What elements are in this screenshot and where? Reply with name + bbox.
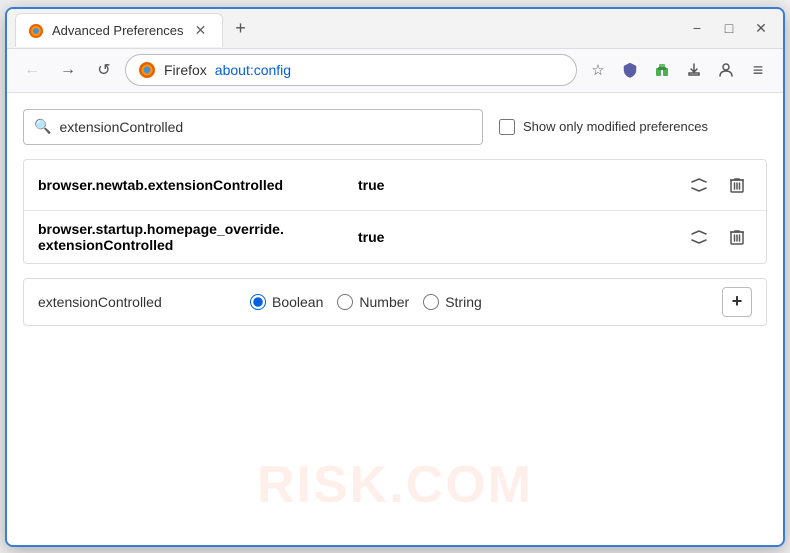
row-2-toggle-button[interactable] [684, 222, 714, 252]
new-tab-button[interactable]: + [227, 14, 255, 42]
show-modified-text: Show only modified preferences [523, 119, 708, 134]
string-option[interactable]: String [423, 294, 482, 310]
boolean-radio[interactable] [250, 294, 266, 310]
download-button[interactable] [679, 55, 709, 85]
string-label: String [445, 294, 482, 310]
row-1-toggle-button[interactable] [684, 170, 714, 200]
row-2-delete-button[interactable] [722, 222, 752, 252]
type-radio-group: Boolean Number String [250, 294, 710, 310]
tab-label: Advanced Preferences [52, 23, 184, 38]
tab-favicon [28, 23, 44, 39]
number-option[interactable]: Number [337, 294, 409, 310]
watermark: RISK.COM [257, 455, 533, 515]
browser-name-label: Firefox [164, 62, 207, 78]
number-label: Number [359, 294, 409, 310]
row-1-actions [684, 170, 752, 200]
account-button[interactable] [711, 55, 741, 85]
search-box-container: 🔍 [23, 109, 483, 145]
window-close-button[interactable]: ✕ [747, 14, 775, 42]
row-2-actions [684, 222, 752, 252]
window-controls: − □ ✕ [683, 14, 775, 42]
new-pref-row: extensionControlled Boolean Number Strin… [23, 278, 767, 326]
address-bar[interactable]: Firefox about:config [125, 54, 577, 86]
nav-bar: ← → ↺ Firefox about:config ☆ [7, 49, 783, 93]
content-area: RISK.COM 🔍 Show only modified preference… [7, 93, 783, 545]
browser-window: Advanced Preferences ✕ + − □ ✕ ← → ↺ Fir… [5, 7, 785, 547]
menu-button[interactable]: ≡ [743, 55, 773, 85]
show-modified-checkbox[interactable] [499, 119, 515, 135]
search-input[interactable] [59, 119, 472, 135]
number-radio[interactable] [337, 294, 353, 310]
firefox-logo [138, 61, 156, 79]
title-bar: Advanced Preferences ✕ + − □ ✕ [7, 9, 783, 49]
minimize-button[interactable]: − [683, 14, 711, 42]
tab-close-button[interactable]: ✕ [192, 22, 210, 40]
table-row: browser.startup.homepage_override. exten… [24, 211, 766, 263]
maximize-button[interactable]: □ [715, 14, 743, 42]
extension-button[interactable] [647, 55, 677, 85]
pref-name-1: browser.newtab.extensionControlled [38, 177, 358, 193]
search-icon: 🔍 [34, 118, 51, 135]
bookmark-button[interactable]: ☆ [583, 55, 613, 85]
nav-icons: ☆ [583, 55, 773, 85]
reload-button[interactable]: ↺ [89, 55, 119, 85]
table-row: browser.newtab.extensionControlled true [24, 160, 766, 211]
back-button[interactable]: ← [17, 55, 47, 85]
boolean-option[interactable]: Boolean [250, 294, 323, 310]
pref-name-2: browser.startup.homepage_override. exten… [38, 221, 358, 253]
show-modified-label[interactable]: Show only modified preferences [499, 119, 708, 135]
results-table: browser.newtab.extensionControlled true [23, 159, 767, 264]
forward-button[interactable]: → [53, 55, 83, 85]
pref-value-2: true [358, 229, 684, 245]
row-1-delete-button[interactable] [722, 170, 752, 200]
browser-tab[interactable]: Advanced Preferences ✕ [15, 13, 223, 47]
boolean-label: Boolean [272, 294, 323, 310]
search-row: 🔍 Show only modified preferences [23, 109, 767, 145]
string-radio[interactable] [423, 294, 439, 310]
shield-button[interactable] [615, 55, 645, 85]
new-pref-name: extensionControlled [38, 294, 238, 310]
add-pref-button[interactable]: + [722, 287, 752, 317]
pref-value-1: true [358, 177, 684, 193]
url-display: about:config [215, 62, 564, 78]
